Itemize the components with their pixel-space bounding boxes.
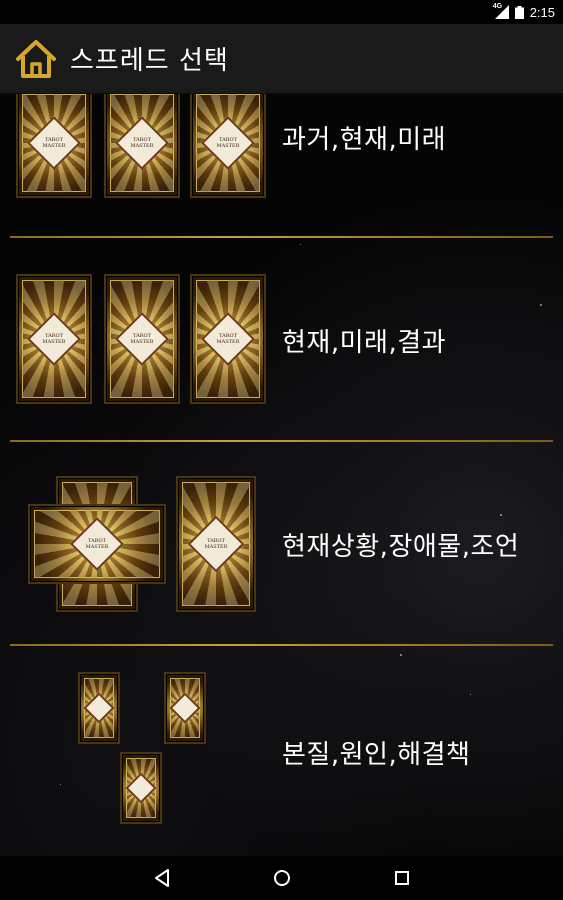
signal-icon: 4G — [492, 3, 509, 19]
home-icon[interactable] — [14, 37, 58, 81]
divider — [10, 440, 553, 442]
tarot-card — [78, 672, 120, 744]
status-time: 2:15 — [529, 4, 555, 20]
tarot-card-crossed: TAROT MASTER — [28, 504, 166, 584]
spread-item-essence-cause-solution[interactable]: 본질,원인,해결책 — [0, 648, 563, 856]
navigation-bar — [0, 856, 563, 900]
spread-label: 현재상황,장애물,조언 — [282, 532, 520, 562]
status-bar: 4G 2:15 — [0, 0, 563, 24]
battery-icon — [514, 5, 524, 19]
recents-icon[interactable] — [390, 866, 414, 890]
spread-item-past-present-future[interactable]: TAROT MASTER TAROT MASTER TAROT MASTER 과거,현… — [0, 94, 563, 236]
spread-item-situation-obstacle-advice[interactable]: TAROT MASTER TAROT MASTER 현재상황,장애물,조언 — [0, 444, 563, 644]
spread-list: TAROT MASTER TAROT MASTER TAROT MASTER 과거,현… — [0, 94, 563, 856]
home-circle-icon[interactable] — [270, 866, 294, 890]
app-bar: 스프레드 선택 — [0, 24, 563, 94]
tarot-card: TAROT MASTER — [104, 94, 180, 198]
tarot-card: TAROT MASTER — [104, 274, 180, 404]
network-type: 4G — [492, 3, 503, 10]
divider — [10, 236, 553, 238]
divider — [10, 644, 553, 646]
tarot-card: TAROT MASTER — [190, 274, 266, 404]
tarot-card — [164, 672, 206, 744]
spread-label: 과거,현재,미래 — [282, 125, 447, 155]
page-title: 스프레드 선택 — [70, 46, 229, 76]
tarot-card: TAROT MASTER — [16, 94, 92, 198]
back-icon[interactable] — [150, 866, 174, 890]
tarot-card: TAROT MASTER — [176, 476, 256, 612]
tarot-card: TAROT MASTER — [16, 274, 92, 404]
spread-item-present-future-result[interactable]: TAROT MASTER TAROT MASTER TAROT MASTER 현재,미… — [0, 240, 563, 440]
spread-label: 현재,미래,결과 — [282, 328, 447, 358]
tarot-card: TAROT MASTER — [190, 94, 266, 198]
spread-label: 본질,원인,해결책 — [282, 740, 471, 770]
tarot-card — [120, 752, 162, 824]
